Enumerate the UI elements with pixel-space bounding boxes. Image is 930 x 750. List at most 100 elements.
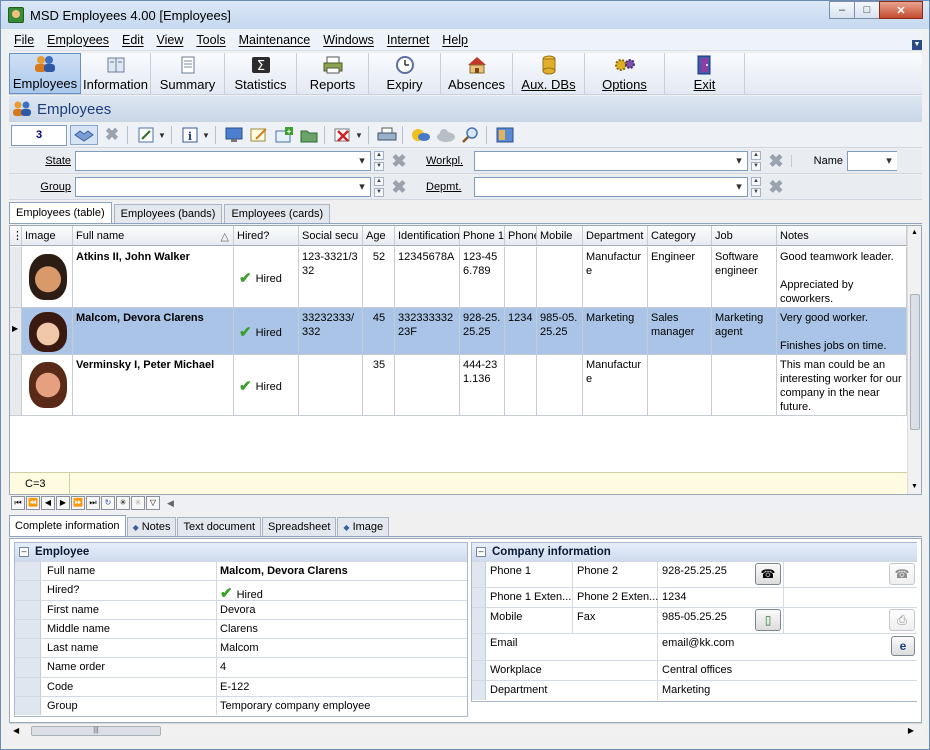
column-header[interactable]: Image: [22, 226, 73, 245]
monitor-icon[interactable]: [223, 125, 245, 145]
scroll-left-icon[interactable]: ◀: [167, 498, 174, 509]
column-header[interactable]: Mobile: [537, 226, 583, 245]
delete-x-icon[interactable]: ✖: [101, 125, 123, 145]
menu-maintenance[interactable]: Maintenance: [234, 33, 316, 47]
column-header[interactable]: Age: [363, 226, 395, 245]
tab-notes[interactable]: ◆ Notes: [126, 517, 177, 536]
clear-workplace-icon[interactable]: ✖: [767, 152, 785, 170]
column-header[interactable]: Notes: [777, 226, 907, 245]
collapse-icon[interactable]: –: [476, 547, 486, 557]
column-header[interactable]: Phone 1: [460, 226, 505, 245]
scroll-thumb[interactable]: [910, 294, 920, 430]
chevron-down-icon[interactable]: ▼: [354, 125, 364, 145]
bookmark-icon[interactable]: ✳: [116, 496, 130, 510]
mobile-phone-icon[interactable]: ▯: [755, 609, 781, 631]
column-header[interactable]: Identification: [395, 226, 460, 245]
tab-spreadsheet[interactable]: Spreadsheet: [262, 517, 337, 536]
scroll-down-icon[interactable]: ▼: [908, 480, 921, 494]
close-button[interactable]: ✕: [879, 1, 923, 19]
column-header[interactable]: Phone: [505, 226, 537, 245]
property-row[interactable]: Middle name Clarens: [15, 618, 467, 639]
chevron-down-icon[interactable]: ▼: [157, 125, 167, 145]
menu-overflow-icon[interactable]: ▼: [912, 40, 922, 50]
weather-filter-icon[interactable]: [410, 125, 432, 145]
search-icon[interactable]: [460, 125, 482, 145]
property-row[interactable]: Phone 1 Exten... Phone 2 Exten... 1234: [472, 587, 917, 607]
toolbar-information-button[interactable]: Information: [81, 53, 151, 94]
property-row[interactable]: First name Devora: [15, 599, 467, 619]
group-combo[interactable]: [75, 177, 371, 197]
current-row-icon[interactable]: ▶: [10, 308, 22, 354]
cloud-icon[interactable]: [435, 125, 457, 145]
property-row[interactable]: Phone 1 Phone 2 928-25.25.25 ☎ ☎: [472, 561, 917, 587]
send-email-icon[interactable]: e: [891, 636, 915, 656]
handshake-icon[interactable]: [70, 125, 98, 145]
property-row[interactable]: Name order 4: [15, 657, 467, 677]
toolbar-exit-button[interactable]: Exit: [665, 53, 745, 94]
dial-phone-icon[interactable]: ☎: [755, 563, 781, 585]
print-icon[interactable]: [376, 125, 398, 145]
chevron-down-icon[interactable]: ▼: [201, 125, 211, 145]
folder-icon[interactable]: [298, 125, 320, 145]
toolbar-summary-button[interactable]: Summary: [151, 53, 225, 94]
refresh-icon[interactable]: ↻: [101, 496, 115, 510]
column-header[interactable]: Department: [583, 226, 648, 245]
info-icon[interactable]: i: [179, 125, 201, 145]
clear-group-icon[interactable]: ✖: [390, 178, 408, 196]
table-row[interactable]: Atkins II, John Walker ✔ Hired 123-3321/3…: [10, 247, 907, 308]
detail-horizontal-scrollbar[interactable]: ◀ ||| ▶: [9, 723, 922, 737]
department-combo[interactable]: [474, 177, 748, 197]
state-spinner[interactable]: ▲ ▼: [374, 151, 384, 171]
delete-record-icon[interactable]: [332, 125, 354, 145]
next-page-icon[interactable]: ⏩: [71, 496, 85, 510]
last-record-icon[interactable]: ⏭: [86, 496, 100, 510]
property-row[interactable]: Email email@kk.com e: [472, 633, 917, 660]
workplace-spinner[interactable]: ▲ ▼: [751, 151, 761, 171]
group-spinner[interactable]: ▲ ▼: [374, 177, 384, 197]
row-selector[interactable]: [10, 247, 22, 307]
menu-view[interactable]: View: [152, 33, 189, 47]
property-row[interactable]: Mobile Fax 985-05.25.25 ▯ ⎙: [472, 607, 917, 633]
note-edit-icon[interactable]: [248, 125, 270, 145]
prev-record-icon[interactable]: ◀: [41, 496, 55, 510]
collapse-icon[interactable]: –: [19, 547, 29, 557]
row-selector[interactable]: [10, 355, 22, 415]
column-header[interactable]: Category: [648, 226, 712, 245]
column-header[interactable]: Social secu: [299, 226, 363, 245]
column-header[interactable]: Full name △: [73, 226, 234, 245]
tab-text-document[interactable]: Text document: [177, 517, 262, 536]
image-panel-icon[interactable]: [494, 125, 516, 145]
clear-state-icon[interactable]: ✖: [390, 152, 408, 170]
employee-group-header[interactable]: – Employee: [15, 543, 467, 561]
table-row[interactable]: Verminsky I, Peter Michael ✔ Hired 35 444…: [10, 355, 907, 416]
column-header[interactable]: Job: [712, 226, 777, 245]
menu-employees[interactable]: Employees: [42, 33, 114, 47]
property-row[interactable]: Workplace Central offices: [472, 660, 917, 680]
goto-bookmark-icon[interactable]: ✳: [131, 496, 145, 510]
scroll-up-icon[interactable]: ▲: [908, 226, 921, 240]
workplace-combo[interactable]: [474, 151, 748, 171]
tab-employees-bands[interactable]: Employees (bands): [113, 204, 223, 223]
first-record-icon[interactable]: ⏮: [11, 496, 25, 510]
prev-page-icon[interactable]: ⏪: [26, 496, 40, 510]
property-row[interactable]: Department Marketing: [472, 680, 917, 700]
edit-form-icon[interactable]: [135, 125, 157, 145]
state-combo[interactable]: [75, 151, 371, 171]
tab-employees-cards[interactable]: Employees (cards): [224, 204, 331, 223]
scroll-left-icon[interactable]: ◀: [13, 726, 19, 735]
toolbar-reports-button[interactable]: Reports: [297, 53, 369, 94]
column-header[interactable]: Hired?: [234, 226, 299, 245]
property-row[interactable]: Hired? ✔ Hired: [15, 580, 467, 602]
property-row[interactable]: Code E-122: [15, 676, 467, 697]
add-record-icon[interactable]: +: [273, 125, 295, 145]
tab-complete-information[interactable]: Complete information: [9, 515, 126, 536]
scroll-right-icon[interactable]: ▶: [908, 726, 914, 735]
minimize-button[interactable]: –: [829, 1, 855, 19]
menu-tools[interactable]: Tools: [191, 33, 230, 47]
tab-image[interactable]: ◆ Image: [337, 517, 390, 536]
name-input[interactable]: [847, 151, 897, 171]
tab-employees-table[interactable]: Employees (table): [9, 202, 112, 223]
toolbar-employees-button[interactable]: Employees: [9, 53, 81, 94]
table-row[interactable]: ▶ Malcom, Devora Clarens ✔ Hired 33232333…: [10, 308, 907, 355]
toolbar-auxdbs-button[interactable]: Aux. DBs: [513, 53, 585, 94]
